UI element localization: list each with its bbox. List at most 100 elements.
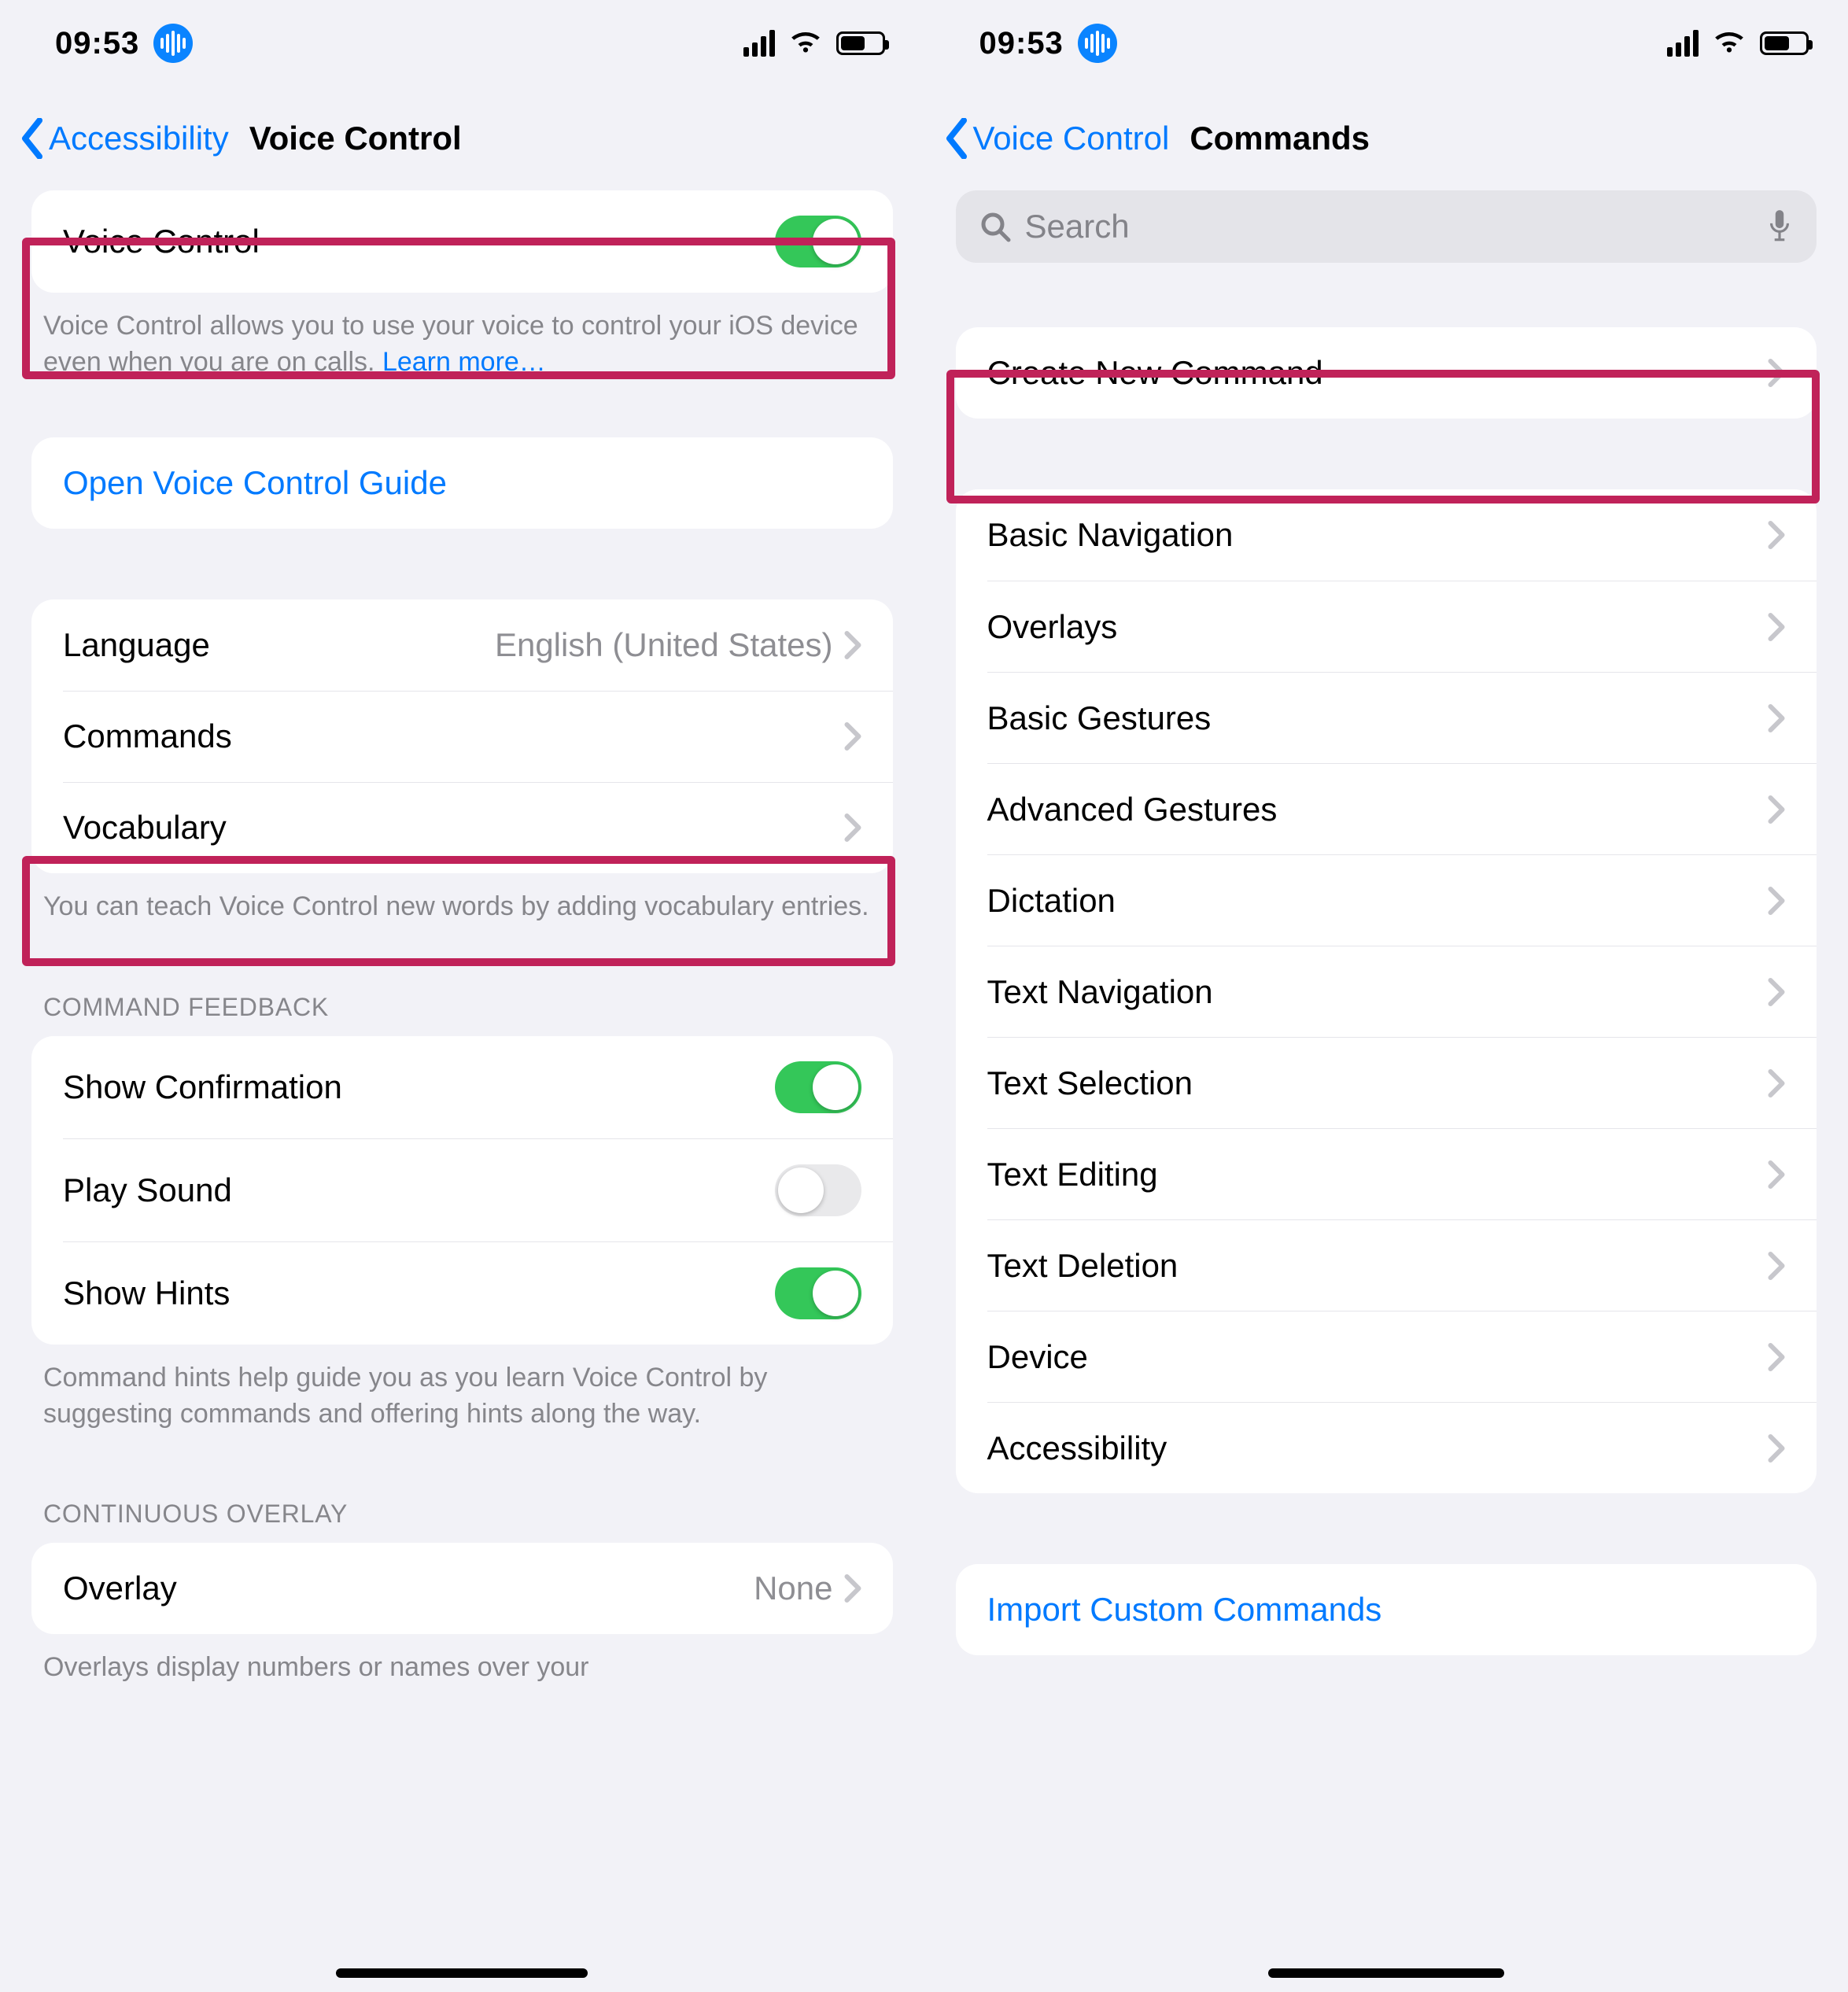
row-show-confirmation[interactable]: Show Confirmation: [31, 1036, 893, 1138]
row-create-new-command[interactable]: Create New Command: [956, 327, 1817, 419]
row-show-hints[interactable]: Show Hints: [63, 1241, 893, 1345]
back-label: Accessibility: [49, 120, 229, 157]
home-indicator[interactable]: [336, 1968, 588, 1978]
status-bar: 09:53: [0, 0, 924, 87]
section-header-overlay: CONTINUOUS OVERLAY: [0, 1455, 924, 1543]
category-label: Text Navigation: [987, 973, 1213, 1011]
feedback-description: Command hints help guide you as you lear…: [0, 1345, 924, 1456]
section-header-feedback: COMMAND FEEDBACK: [0, 949, 924, 1036]
chevron-right-icon: [1768, 1252, 1785, 1280]
chevron-right-icon: [844, 631, 861, 659]
row-play-sound[interactable]: Play Sound: [63, 1138, 893, 1241]
row-category[interactable]: Overlays: [987, 581, 1817, 672]
vocabulary-description: You can teach Voice Control new words by…: [0, 873, 924, 949]
open-guide-button[interactable]: Open Voice Control Guide: [31, 437, 893, 529]
chevron-right-icon: [844, 722, 861, 751]
row-category[interactable]: Text Editing: [987, 1128, 1817, 1219]
overlay-value: None: [754, 1570, 832, 1607]
status-clock: 09:53: [979, 26, 1064, 61]
category-label: Basic Navigation: [987, 516, 1234, 554]
status-indicators: [743, 30, 885, 57]
chevron-right-icon: [1768, 1160, 1785, 1189]
search-input[interactable]: Search: [956, 190, 1817, 263]
show-hints-toggle[interactable]: [775, 1267, 861, 1319]
voice-control-description: Voice Control allows you to use your voi…: [0, 293, 924, 404]
status-clock: 09:53: [55, 26, 139, 61]
row-category[interactable]: Accessibility: [987, 1402, 1817, 1493]
search-icon: [979, 211, 1011, 242]
row-category[interactable]: Advanced Gestures: [987, 763, 1817, 854]
wifi-icon: [789, 31, 822, 56]
back-button[interactable]: Accessibility: [17, 118, 229, 159]
group-lang-commands-vocab: Language English (United States) Command…: [31, 599, 893, 873]
overlay-label: Overlay: [63, 1570, 177, 1607]
screen-commands: 09:53 Voice Control Commands Search: [924, 0, 1848, 1992]
vocabulary-label: Vocabulary: [63, 809, 227, 847]
category-label: Text Deletion: [987, 1247, 1179, 1285]
status-bar: 09:53: [924, 0, 1848, 87]
page-title: Voice Control: [249, 120, 462, 157]
row-commands[interactable]: Commands: [63, 691, 893, 782]
row-language[interactable]: Language English (United States): [31, 599, 893, 691]
group-main-toggle: Voice Control: [31, 190, 893, 293]
row-category[interactable]: Device: [987, 1311, 1817, 1402]
import-custom-commands-label: Import Custom Commands: [987, 1591, 1382, 1629]
row-category[interactable]: Text Deletion: [987, 1219, 1817, 1311]
category-label: Text Editing: [987, 1156, 1158, 1193]
category-label: Overlays: [987, 608, 1118, 646]
category-label: Text Selection: [987, 1064, 1193, 1102]
chevron-right-icon: [1768, 795, 1785, 824]
mic-icon[interactable]: [1766, 208, 1793, 245]
overlay-description: Overlays display numbers or names over y…: [0, 1634, 924, 1710]
show-confirmation-toggle[interactable]: [775, 1061, 861, 1113]
language-label: Language: [63, 626, 210, 664]
play-sound-toggle[interactable]: [775, 1164, 861, 1216]
chevron-right-icon: [1768, 978, 1785, 1006]
open-guide-label: Open Voice Control Guide: [63, 464, 447, 502]
row-overlay[interactable]: Overlay None: [31, 1543, 893, 1634]
chevron-right-icon: [1768, 1343, 1785, 1371]
create-new-command-label: Create New Command: [987, 354, 1323, 392]
group-guide-link: Open Voice Control Guide: [31, 437, 893, 529]
category-label: Device: [987, 1338, 1088, 1376]
chevron-right-icon: [1768, 1069, 1785, 1097]
row-voice-control-toggle[interactable]: Voice Control: [31, 190, 893, 293]
commands-label: Commands: [63, 717, 232, 755]
group-import: Import Custom Commands: [956, 1564, 1817, 1655]
search-placeholder: Search: [1025, 208, 1753, 245]
group-feedback: Show Confirmation Play Sound Show Hints: [31, 1036, 893, 1345]
learn-more-link[interactable]: Learn more…: [382, 347, 546, 377]
row-vocabulary[interactable]: Vocabulary: [63, 782, 893, 873]
chevron-right-icon: [844, 813, 861, 842]
chevron-right-icon: [844, 1574, 861, 1603]
cellular-icon: [1667, 30, 1699, 57]
language-value: English (United States): [495, 626, 833, 664]
group-overlay: Overlay None: [31, 1543, 893, 1634]
wifi-icon: [1713, 31, 1746, 56]
group-create-command: Create New Command: [956, 327, 1817, 419]
nav-header: Voice Control Commands: [924, 87, 1848, 190]
row-category[interactable]: Dictation: [987, 854, 1817, 946]
row-category[interactable]: Text Navigation: [987, 946, 1817, 1037]
voice-control-toggle-label: Voice Control: [63, 223, 260, 260]
chevron-right-icon: [1768, 704, 1785, 732]
chevron-right-icon: [1768, 521, 1785, 549]
category-label: Dictation: [987, 882, 1116, 920]
row-category[interactable]: Basic Gestures: [987, 672, 1817, 763]
row-category[interactable]: Text Selection: [987, 1037, 1817, 1128]
voice-control-toggle[interactable]: [775, 216, 861, 267]
battery-icon: [836, 31, 885, 55]
row-category[interactable]: Basic Navigation: [956, 489, 1817, 581]
nav-header: Accessibility Voice Control: [0, 87, 924, 190]
voice-control-active-icon: [1078, 24, 1117, 63]
back-label: Voice Control: [973, 120, 1170, 157]
back-button[interactable]: Voice Control: [942, 118, 1170, 159]
voice-control-active-icon: [153, 24, 193, 63]
chevron-right-icon: [1768, 613, 1785, 641]
home-indicator[interactable]: [1268, 1968, 1504, 1978]
group-command-categories: Basic Navigation Overlays Basic GesturesAd…: [956, 489, 1817, 1493]
import-custom-commands-button[interactable]: Import Custom Commands: [956, 1564, 1817, 1655]
chevron-right-icon: [1768, 359, 1785, 387]
page-title: Commands: [1190, 120, 1370, 157]
battery-icon: [1760, 31, 1809, 55]
